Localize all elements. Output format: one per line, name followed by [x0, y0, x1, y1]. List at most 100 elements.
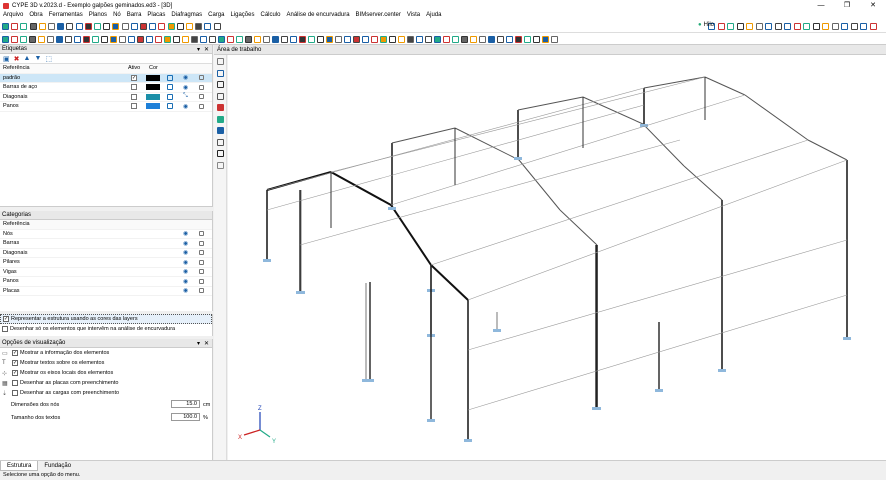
rafter-bar[interactable] — [430, 264, 469, 301]
move-down-icon[interactable]: ▼ — [34, 55, 41, 62]
category-row[interactable]: Pilares ◉ — [0, 258, 212, 268]
toolbar-tool-icon[interactable] — [272, 35, 279, 43]
toolbar-tool-icon[interactable] — [362, 35, 369, 43]
lock-icon[interactable] — [199, 250, 204, 256]
toolbar-tool-icon[interactable] — [317, 35, 324, 43]
view-option[interactable]: ⇣ Desenhar as cargas com preenchimento — [0, 388, 212, 398]
toolbar-tool-icon[interactable] — [380, 35, 387, 43]
toolbar-tool-icon[interactable] — [398, 35, 405, 43]
toolbar-tool-icon[interactable] — [860, 23, 867, 30]
rafter-bar[interactable] — [517, 96, 584, 111]
toolbar-tool-icon[interactable] — [803, 23, 810, 30]
toolbar-tool-icon[interactable] — [407, 35, 414, 43]
structure-3d-view[interactable]: X Y Z — [228, 55, 886, 460]
label-row[interactable]: Diagonais ⤡ — [0, 93, 212, 102]
toolbar-tool-icon[interactable] — [479, 35, 486, 43]
toolbar-tool-icon[interactable] — [65, 35, 72, 43]
menu-obra[interactable]: Obra — [26, 11, 45, 20]
category-row[interactable]: Nós ◉ — [0, 230, 212, 239]
rafter-bar[interactable] — [330, 171, 392, 206]
label-active-checkbox[interactable]: ✓ — [131, 74, 137, 81]
eye-icon[interactable]: ◉ — [183, 268, 188, 275]
view-tool-icon[interactable] — [217, 161, 224, 169]
lock-icon[interactable] — [199, 84, 204, 90]
toolbar-tool-icon[interactable] — [213, 23, 221, 30]
toolbar-tool-icon[interactable] — [335, 35, 342, 43]
toolbar-tool-icon[interactable] — [506, 35, 513, 43]
view-option-checkbox[interactable]: ✓ — [12, 350, 18, 356]
toolbar-tool-icon[interactable] — [155, 35, 162, 43]
view-option-checkbox[interactable] — [12, 380, 18, 386]
toolbar-tool-icon[interactable] — [2, 35, 9, 43]
toolbar-tool-icon[interactable] — [542, 35, 549, 43]
toolbar-tool-icon[interactable] — [173, 35, 180, 43]
rafter-bar[interactable] — [391, 127, 456, 144]
rafter-bar[interactable] — [518, 159, 561, 211]
support-node[interactable] — [843, 337, 851, 340]
category-row[interactable]: Barras ◉ — [0, 239, 212, 249]
toolbar-tool-icon[interactable] — [164, 35, 171, 43]
support-node[interactable] — [366, 379, 374, 382]
eye-icon[interactable]: ◉ — [183, 259, 188, 266]
toolbar-tool-icon[interactable] — [470, 35, 477, 43]
view-tool-icon[interactable] — [217, 69, 224, 77]
toolbar-tool-icon[interactable] — [158, 23, 166, 30]
support-node[interactable] — [514, 157, 522, 160]
eye-icon[interactable]: ⤡ — [183, 93, 188, 100]
toolbar-tool-icon[interactable] — [218, 35, 225, 43]
tab-estrutura[interactable]: Estrutura — [0, 461, 39, 471]
view-tool-icon[interactable] — [217, 81, 224, 88]
menu-vista[interactable]: Vista — [404, 11, 423, 20]
toolbar-tool-icon[interactable] — [727, 23, 734, 30]
toolbar-tool-icon[interactable] — [191, 35, 198, 43]
lock-icon[interactable] — [199, 103, 204, 109]
toolbar-tool-icon[interactable] — [38, 23, 46, 30]
toolbar-tool-icon[interactable] — [47, 35, 54, 43]
toolbar-tool-icon[interactable] — [812, 23, 820, 30]
label-color-swatch[interactable] — [146, 103, 160, 110]
menu-calculo[interactable]: Cálculo — [257, 11, 283, 20]
menu-analise-encurvadura[interactable]: Análise de encurvadura — [284, 11, 353, 20]
rafter-bar[interactable] — [807, 139, 848, 161]
support-node[interactable] — [718, 369, 726, 372]
lock-icon[interactable] — [199, 231, 204, 237]
toolbar-tool-icon[interactable] — [2, 23, 9, 30]
cube-icon[interactable] — [167, 84, 173, 91]
close-button[interactable]: ✕ — [860, 0, 886, 11]
toolbar-tool-icon[interactable] — [57, 23, 65, 30]
close-icon[interactable]: ✕ — [204, 46, 209, 53]
menu-placas[interactable]: Placas — [144, 11, 168, 20]
toolbar-tool-icon[interactable] — [353, 35, 360, 43]
toolbar-tool-icon[interactable] — [746, 23, 753, 30]
category-row[interactable]: Vigas ◉ — [0, 268, 212, 277]
rafter-bar[interactable] — [559, 209, 598, 246]
pin-icon[interactable]: ▾ — [197, 340, 200, 347]
toolbar-tool-icon[interactable] — [176, 23, 184, 30]
rafter-bar[interactable] — [642, 123, 685, 167]
view-option[interactable]: T ✓ Mostrar textos sobre os elementos — [0, 358, 212, 368]
category-row[interactable]: Placas ◉ — [0, 287, 212, 296]
label-row[interactable]: padrão ✓ ◉ — [0, 73, 212, 83]
support-node[interactable] — [263, 259, 271, 262]
toolbar-tool-icon[interactable] — [822, 23, 829, 30]
lock-icon[interactable] — [199, 269, 204, 275]
toolbar-tool-icon[interactable] — [94, 23, 101, 30]
toolbar-tool-icon[interactable] — [416, 35, 423, 43]
assign-label-icon[interactable]: ⬚ — [45, 55, 52, 63]
lock-icon[interactable] — [199, 259, 204, 265]
layers-colors-checkbox[interactable]: ✓ — [3, 316, 9, 322]
toolbar-tool-icon[interactable] — [75, 23, 83, 30]
minimize-button[interactable]: — — [808, 0, 834, 11]
menu-diafragmas[interactable]: Diafragmas — [168, 11, 205, 20]
cube-icon[interactable] — [167, 93, 173, 100]
label-active-checkbox[interactable] — [131, 84, 137, 91]
toolbar-tool-icon[interactable] — [167, 23, 175, 30]
toolbar-tool-icon[interactable] — [84, 23, 92, 30]
eye-icon[interactable]: ◉ — [183, 240, 188, 247]
menu-ferramentas[interactable]: Ferramentas — [46, 11, 86, 20]
support-node[interactable] — [388, 207, 396, 210]
support-node[interactable] — [592, 407, 600, 410]
eye-icon[interactable]: ◉ — [183, 287, 188, 294]
toolbar-tool-icon[interactable] — [254, 35, 261, 43]
toolbar-tool-icon[interactable] — [11, 35, 18, 43]
